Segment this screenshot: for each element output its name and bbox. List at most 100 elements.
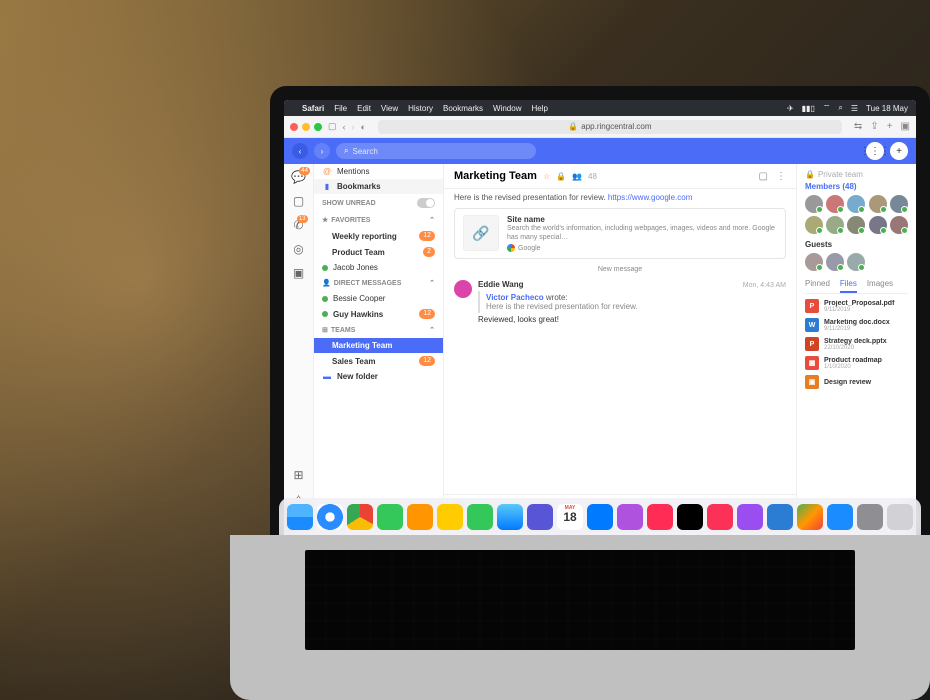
translate-icon[interactable]: ⇆ bbox=[854, 121, 862, 132]
sidebar-item-bessie-cooper[interactable]: Bessie Cooper bbox=[314, 291, 443, 306]
dock-chrome-icon[interactable] bbox=[347, 504, 373, 530]
shield-icon[interactable]: ◐ bbox=[361, 122, 366, 132]
dm-section[interactable]: 👤 DIRECT MESSAGES ⌃ bbox=[314, 275, 443, 291]
menu-help[interactable]: Help bbox=[531, 104, 547, 113]
sidebar-toggle-icon[interactable]: ▢ bbox=[328, 121, 337, 132]
tabs-icon[interactable]: ▣ bbox=[901, 121, 910, 132]
sidebar-item-jacob-jones[interactable]: Jacob Jones bbox=[314, 260, 443, 275]
member-avatar[interactable] bbox=[890, 216, 908, 234]
guest-avatar[interactable] bbox=[847, 253, 865, 271]
window-controls[interactable] bbox=[290, 123, 322, 131]
tab-pinned[interactable]: Pinned bbox=[805, 279, 830, 293]
guest-avatar[interactable] bbox=[826, 253, 844, 271]
message-link[interactable]: https://www.google.com bbox=[608, 193, 692, 202]
member-avatar[interactable] bbox=[890, 195, 908, 213]
sidebar-item-product-team[interactable]: Product Team 2 bbox=[314, 244, 443, 260]
member-avatar[interactable] bbox=[847, 216, 865, 234]
dock-app-icon[interactable] bbox=[707, 504, 733, 530]
battery-icon[interactable]: ▮▮▯ bbox=[802, 104, 815, 113]
link-preview[interactable]: 🔗 Site name Search the world's informati… bbox=[454, 208, 786, 259]
wifi-icon[interactable]: ⌔ bbox=[823, 103, 831, 113]
dock-mail-icon[interactable] bbox=[497, 504, 523, 530]
dock-app-icon[interactable] bbox=[437, 504, 463, 530]
minimize-icon[interactable] bbox=[302, 123, 310, 131]
file-item[interactable]: ▣ Design review bbox=[805, 375, 908, 389]
members-icon[interactable]: 👥 bbox=[572, 172, 582, 181]
browser-back-icon[interactable]: ‹ bbox=[343, 122, 346, 132]
show-unread-toggle[interactable]: SHOW UNREAD bbox=[314, 194, 443, 212]
dock-app-icon[interactable] bbox=[527, 504, 553, 530]
control-center-icon[interactable]: ☰ bbox=[851, 104, 858, 113]
members-header[interactable]: Members (48) bbox=[805, 182, 908, 191]
new-action-button[interactable]: + bbox=[890, 142, 908, 160]
member-avatar[interactable] bbox=[805, 195, 823, 213]
tab-files[interactable]: Files bbox=[840, 279, 857, 293]
apps-icon[interactable]: ⊞ bbox=[293, 468, 303, 482]
dock-finder-icon[interactable] bbox=[287, 504, 313, 530]
share-icon[interactable]: ⇪ bbox=[870, 121, 878, 132]
member-avatar[interactable] bbox=[826, 216, 844, 234]
sidebar-bookmarks[interactable]: ▮ Bookmarks bbox=[314, 179, 443, 194]
dock-app-icon[interactable] bbox=[647, 504, 673, 530]
file-item[interactable]: P Strategy deck.pptx 22/10/2020 bbox=[805, 337, 908, 351]
dock-app-icon[interactable] bbox=[467, 504, 493, 530]
search-icon[interactable]: ⌕ bbox=[838, 103, 842, 113]
member-avatar[interactable] bbox=[847, 195, 865, 213]
menu-history[interactable]: History bbox=[408, 104, 433, 113]
dock-app-icon[interactable] bbox=[797, 504, 823, 530]
member-avatar[interactable] bbox=[805, 216, 823, 234]
more-icon[interactable]: ⋮ bbox=[776, 171, 786, 182]
menu-bookmarks[interactable]: Bookmarks bbox=[443, 104, 483, 113]
new-tab-icon[interactable]: + bbox=[887, 121, 893, 132]
sidebar-item-new-folder[interactable]: ▬ New folder bbox=[314, 369, 443, 384]
maximize-icon[interactable] bbox=[314, 123, 322, 131]
contacts-icon[interactable]: ◎ bbox=[293, 242, 303, 256]
dialpad-button[interactable]: ⋮⋮⋮ bbox=[866, 142, 884, 160]
dock-calendar-icon[interactable] bbox=[557, 504, 583, 530]
dock-app-icon[interactable] bbox=[587, 504, 613, 530]
teams-section[interactable]: ⊞ TEAMS ⌃ bbox=[314, 322, 443, 338]
member-avatar[interactable] bbox=[869, 195, 887, 213]
file-item[interactable]: ▦ Product roadmap 1/10/2020 bbox=[805, 356, 908, 370]
member-avatar[interactable] bbox=[869, 216, 887, 234]
file-item[interactable]: W Marketing doc.docx 9/11/2019 bbox=[805, 318, 908, 332]
browser-forward-icon[interactable]: › bbox=[352, 122, 355, 132]
video-icon[interactable]: ▢ bbox=[293, 194, 304, 208]
menu-view[interactable]: View bbox=[381, 104, 398, 113]
menu-edit[interactable]: Edit bbox=[357, 104, 371, 113]
dock-messages-icon[interactable] bbox=[377, 504, 403, 530]
close-icon[interactable] bbox=[290, 123, 298, 131]
sidebar-item-sales-team[interactable]: Sales Team 12 bbox=[314, 353, 443, 369]
guest-avatar[interactable] bbox=[805, 253, 823, 271]
search-input[interactable] bbox=[352, 147, 528, 156]
member-avatar[interactable] bbox=[826, 195, 844, 213]
sidebar-item-marketing-team[interactable]: Marketing Team bbox=[314, 338, 443, 353]
sidebar-mentions[interactable]: @ Mentions bbox=[314, 164, 443, 179]
menubar-datetime[interactable]: Tue 18 May bbox=[866, 104, 908, 113]
dock-app-icon[interactable] bbox=[617, 504, 643, 530]
sidebar-item-guy-hawkins[interactable]: Guy Hawkins 12 bbox=[314, 306, 443, 322]
menu-window[interactable]: Window bbox=[493, 104, 521, 113]
dock-app-icon[interactable] bbox=[677, 504, 703, 530]
file-item[interactable]: P Project_Proposal.pdf 9/11/2019 bbox=[805, 299, 908, 313]
dock-trash-icon[interactable] bbox=[887, 504, 913, 530]
menu-file[interactable]: File bbox=[334, 104, 347, 113]
chat-icon[interactable]: 💬44 bbox=[291, 170, 306, 184]
app-back-button[interactable]: ‹ bbox=[292, 143, 308, 159]
phone-icon[interactable]: ✆13 bbox=[293, 218, 303, 232]
dock-app-icon[interactable] bbox=[737, 504, 763, 530]
tab-images[interactable]: Images bbox=[867, 279, 893, 293]
toggle-icon[interactable] bbox=[417, 198, 435, 208]
global-search[interactable]: ⌕ bbox=[336, 143, 536, 159]
dock-app-icon[interactable] bbox=[407, 504, 433, 530]
quote-author[interactable]: Victor Pacheco bbox=[486, 293, 544, 302]
url-bar[interactable]: 🔒 app.ringcentral.com bbox=[378, 120, 842, 134]
favorite-icon[interactable]: ☆ bbox=[543, 172, 550, 181]
guests-header[interactable]: Guests bbox=[805, 240, 908, 249]
location-icon[interactable]: ✈︎ bbox=[787, 104, 794, 113]
favorites-section[interactable]: ★ FAVORITES ⌃ bbox=[314, 212, 443, 228]
dock-settings-icon[interactable] bbox=[857, 504, 883, 530]
dock-app-icon[interactable] bbox=[767, 504, 793, 530]
app-forward-button[interactable]: › bbox=[314, 143, 330, 159]
video-call-icon[interactable]: ▢ bbox=[759, 171, 768, 182]
